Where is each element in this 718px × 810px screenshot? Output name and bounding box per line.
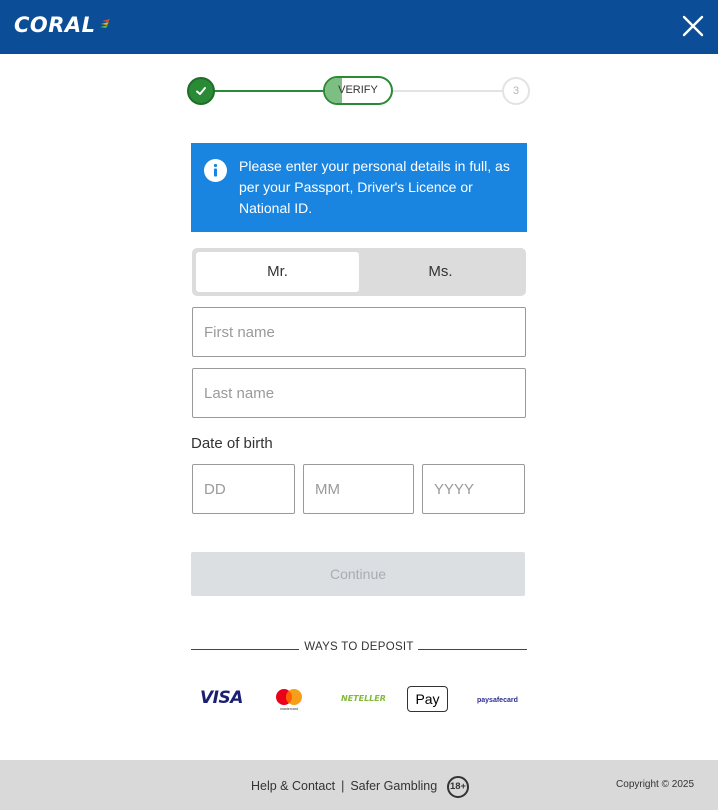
continue-button[interactable]: Continue [191, 552, 525, 596]
apple-pay-label: Pay [415, 691, 440, 707]
title-option-ms[interactable]: Ms. [359, 252, 522, 292]
info-message: Please enter your personal details in fu… [239, 158, 510, 216]
header-bar: CORAL [0, 0, 718, 54]
first-name-input[interactable] [192, 307, 526, 357]
neteller-logo: NETELLER [341, 694, 386, 703]
title-option-mr[interactable]: Mr. [196, 252, 359, 292]
footer: Help & Contact | Safer Gambling 18+ Copyri… [0, 760, 718, 810]
logo-flag-icon [100, 19, 110, 28]
help-contact-link[interactable]: Help & Contact [251, 779, 335, 793]
ways-to-deposit-heading: WAYS TO DEPOSIT [304, 641, 414, 653]
copyright-text: Copyright © 2025 [616, 779, 694, 790]
info-banner: Please enter your personal details in fu… [191, 143, 527, 232]
apple-pay-logo: Pay [407, 686, 448, 712]
visa-logo: VISA [200, 688, 243, 708]
info-icon [204, 159, 227, 182]
dob-label: Date of birth [191, 435, 273, 452]
age-restriction-badge: 18+ [447, 776, 469, 798]
step-2-label: VERIFY [338, 84, 378, 96]
title-toggle: Mr. Ms. [192, 248, 526, 296]
step-1-complete [187, 77, 215, 105]
safer-gambling-link[interactable]: Safer Gambling [350, 779, 437, 793]
paysafecard-logo: paysafecard [477, 697, 518, 704]
ways-to-deposit-divider: WAYS TO DEPOSIT [191, 641, 527, 657]
mastercard-logo: mastercard [276, 689, 302, 711]
coral-logo[interactable]: CORAL [14, 13, 96, 37]
footer-links: Help & Contact | Safer Gambling [251, 779, 437, 793]
step-connector-complete [214, 90, 326, 92]
check-icon [196, 87, 206, 95]
dob-day-input[interactable] [192, 464, 295, 514]
close-icon[interactable] [679, 12, 707, 40]
footer-separator: | [341, 779, 345, 793]
dob-year-input[interactable] [422, 464, 525, 514]
mastercard-wordmark: mastercard [280, 707, 298, 711]
step-3-pending: 3 [502, 77, 530, 105]
step-connector-pending [392, 90, 504, 92]
dob-month-input[interactable] [303, 464, 414, 514]
progress-stepper: VERIFY 3 [186, 75, 532, 107]
last-name-input[interactable] [192, 368, 526, 418]
step-2-current: VERIFY [323, 76, 393, 105]
